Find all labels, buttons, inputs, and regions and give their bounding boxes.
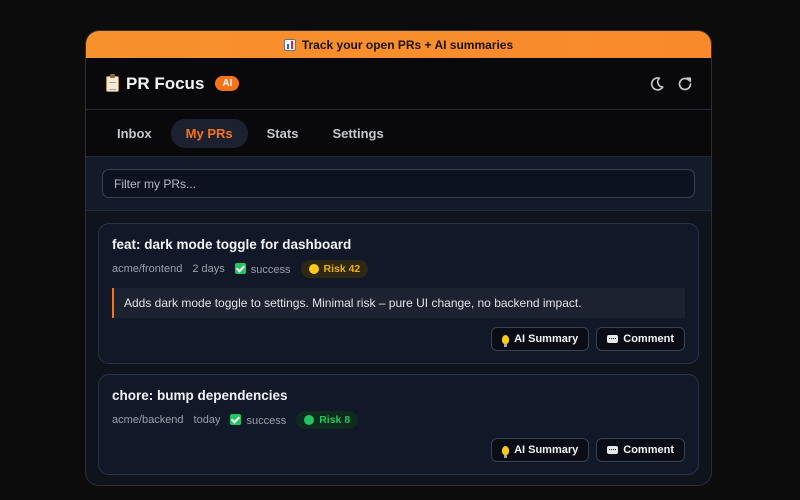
refresh-button[interactable] (677, 76, 693, 92)
ai-summary-label: AI Summary (514, 333, 579, 345)
pr-actions: AI Summary Comment (112, 438, 685, 462)
ai-summary-text: Adds dark mode toggle to settings. Minim… (112, 288, 685, 318)
risk-badge: Risk 42 (300, 260, 369, 278)
ai-summary-button[interactable]: AI Summary (491, 438, 590, 462)
tab-bar: Inbox My PRs Stats Settings (86, 110, 711, 157)
pr-card[interactable]: chore: bump dependencies acme/backend to… (98, 374, 699, 475)
risk-label: Risk 8 (319, 414, 351, 426)
brand: PR Focus AI (106, 73, 240, 94)
speech-bubble-icon (607, 446, 619, 454)
ai-summary-label: AI Summary (514, 444, 579, 456)
bar-chart-icon (283, 38, 296, 51)
pr-repo: acme/frontend (112, 263, 183, 275)
pr-repo: acme/backend (112, 414, 184, 426)
refresh-icon (678, 76, 692, 90)
pr-age: today (193, 414, 221, 426)
checkmark-icon (234, 262, 246, 274)
ai-summary-button[interactable]: AI Summary (491, 327, 590, 351)
filter-input[interactable] (102, 169, 695, 198)
moon-icon (650, 76, 664, 91)
risk-dot-icon (304, 415, 315, 425)
speech-bubble-icon (607, 335, 619, 343)
header-actions (649, 76, 693, 92)
app-header: PR Focus AI (86, 58, 711, 110)
banner-text: Track your open PRs + AI summaries (301, 37, 514, 52)
pr-status-label: success (246, 414, 287, 427)
tab-stats[interactable]: Stats (252, 119, 314, 148)
pr-title: feat: dark mode toggle for dashboard (112, 237, 352, 252)
pr-list: feat: dark mode toggle for dashboard acm… (86, 211, 711, 475)
pr-title: chore: bump dependencies (112, 388, 288, 403)
pr-card[interactable]: feat: dark mode toggle for dashboard acm… (98, 223, 699, 364)
filter-bar (86, 157, 711, 211)
theme-toggle-button[interactable] (649, 76, 665, 92)
lightbulb-icon (502, 445, 510, 458)
pr-meta: acme/backend today success Risk 8 (112, 411, 685, 429)
comment-button[interactable]: Comment (596, 327, 685, 351)
lightbulb-icon (502, 334, 510, 347)
tab-inbox[interactable]: Inbox (102, 119, 167, 148)
tab-settings[interactable]: Settings (317, 119, 398, 148)
risk-label: Risk 42 (323, 263, 361, 275)
comment-label: Comment (623, 333, 674, 345)
pr-age: 2 days (192, 263, 225, 275)
pr-meta: acme/frontend 2 days success Risk 42 (112, 260, 685, 278)
extension-panel: Track your open PRs + AI summaries PR Fo… (85, 30, 712, 486)
promo-banner: Track your open PRs + AI summaries (86, 31, 711, 58)
pr-status: success (234, 262, 291, 276)
risk-badge: Risk 8 (296, 411, 359, 429)
pr-actions: AI Summary Comment (112, 327, 685, 351)
app-title: PR Focus (126, 73, 205, 93)
checkmark-icon (230, 413, 242, 425)
pr-status: success (230, 413, 287, 427)
pr-status-label: success (250, 263, 291, 276)
tab-my-prs[interactable]: My PRs (170, 118, 248, 148)
clipboard-icon (106, 73, 119, 92)
comment-label: Comment (623, 444, 674, 456)
ai-badge: AI (215, 76, 240, 91)
risk-dot-icon (308, 264, 319, 274)
comment-button[interactable]: Comment (596, 438, 685, 462)
